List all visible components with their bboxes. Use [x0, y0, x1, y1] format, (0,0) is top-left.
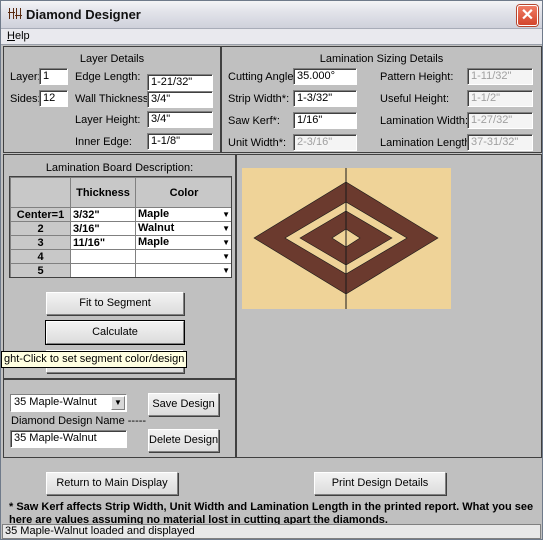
delete-design-button[interactable]: Delete Design — [148, 429, 219, 452]
design-name-label: Diamond Design Name ----- — [11, 415, 147, 427]
color-cell[interactable]: ▼ Maple — [135, 235, 231, 250]
calculate-button[interactable]: Calculate — [45, 320, 185, 345]
thickness-cell[interactable]: 3/32" — [70, 207, 136, 222]
chevron-down-icon[interactable]: ▼ — [111, 396, 125, 410]
useful-height-label: Useful Height: — [380, 93, 450, 105]
lamination-sizing-heading: Lamination Sizing Details — [319, 53, 444, 65]
row-header: Center=1 — [10, 207, 71, 222]
chevron-down-icon[interactable]: ▼ — [222, 223, 230, 235]
lamination-length-label: Lamination Length*: — [380, 137, 478, 149]
table-row: 4 ▼ — [10, 249, 231, 264]
design-name-input[interactable]: 35 Maple-Walnut — [10, 430, 127, 448]
wall-thickness-input[interactable]: 3/4" — [147, 91, 213, 108]
title-bar[interactable]: Diamond Designer ✕ — [1, 1, 542, 29]
window-title: Diamond Designer — [26, 7, 141, 22]
layer-details-heading: Layer Details — [79, 53, 145, 65]
edge-length-input[interactable]: 1-21/32" — [147, 74, 213, 91]
cutting-angle-input[interactable]: 35.000° — [293, 68, 357, 85]
print-design-details-button[interactable]: Print Design Details — [314, 472, 446, 495]
row-header: 3 — [10, 235, 71, 250]
row-header: 5 — [10, 263, 71, 277]
table-row: 5 ▼ — [10, 263, 231, 277]
chevron-down-icon[interactable]: ▼ — [222, 209, 230, 221]
wall-thickness-label: Wall Thickness: — [75, 93, 152, 105]
sides-label: Sides: — [10, 93, 41, 105]
inner-edge-label: Inner Edge: — [75, 136, 132, 148]
thickness-cell[interactable]: 11/16" — [70, 235, 136, 250]
chevron-down-icon[interactable]: ▼ — [222, 237, 230, 249]
lamination-width-label: Lamination Width: — [380, 115, 469, 127]
unit-width-output: 2-3/16" — [293, 134, 357, 151]
row-header: 4 — [10, 249, 71, 264]
saw-kerf-input[interactable]: 1/16" — [293, 112, 357, 129]
chevron-down-icon[interactable]: ▼ — [222, 251, 230, 263]
save-design-button[interactable]: Save Design — [148, 393, 219, 416]
lamination-width-output: 1-27/32" — [467, 112, 533, 129]
tooltip: ght-Click to set segment color/design — [1, 351, 188, 368]
pattern-height-output: 1-11/32" — [467, 68, 533, 85]
fit-to-segment-button[interactable]: Fit to Segment — [46, 292, 184, 315]
pattern-height-label: Pattern Height: — [380, 71, 454, 83]
sides-input[interactable]: 12 — [39, 90, 68, 107]
chevron-down-icon[interactable]: ▼ — [222, 265, 230, 277]
design-select[interactable]: 35 Maple-Walnut ▼ — [10, 394, 127, 412]
table-row: Center=1 3/32" ▼ Maple — [10, 207, 231, 222]
column-header-color: Color — [135, 177, 231, 208]
row-header: 2 — [10, 221, 71, 236]
close-icon: ✕ — [520, 7, 535, 24]
menu-help[interactable]: Help — [7, 30, 30, 42]
table-row: 3 11/16" ▼ Maple — [10, 235, 231, 250]
diamond-preview[interactable] — [242, 168, 451, 309]
thickness-cell[interactable]: 3/16" — [70, 221, 136, 236]
return-main-display-button[interactable]: Return to Main Display — [46, 472, 178, 495]
thickness-cell[interactable] — [70, 249, 136, 264]
color-cell[interactable]: ▼ — [135, 249, 231, 264]
lamination-length-output: 37-31/32" — [467, 134, 533, 151]
column-header-thickness: Thickness — [70, 177, 136, 208]
cutting-angle-label: Cutting Angle: — [228, 71, 297, 83]
useful-height-output: 1-1/2" — [467, 90, 533, 107]
design-select-value: 35 Maple-Walnut — [14, 396, 97, 408]
layer-height-input[interactable]: 3/4" — [147, 111, 213, 128]
saw-kerf-label: Saw Kerf*: — [228, 115, 280, 127]
board-description-heading: Lamination Board Description: — [45, 162, 194, 174]
app-icon — [8, 8, 22, 19]
status-bar: 35 Maple-Walnut loaded and displayed — [2, 524, 541, 539]
color-cell[interactable]: ▼ — [135, 263, 231, 277]
thickness-cell[interactable] — [70, 263, 136, 277]
color-cell[interactable]: ▼ Walnut — [135, 221, 231, 236]
strip-width-input[interactable]: 1-3/32" — [293, 90, 357, 107]
strip-width-label: Strip Width*: — [228, 93, 290, 105]
unit-width-label: Unit Width*: — [228, 137, 287, 149]
close-button[interactable]: ✕ — [517, 5, 538, 26]
grid-header-row: Thickness Color — [10, 177, 231, 208]
edge-length-label: Edge Length: — [75, 71, 141, 83]
board-grid[interactable]: Thickness Color Center=1 3/32" ▼ Maple 2 … — [9, 176, 232, 278]
color-cell[interactable]: ▼ Maple — [135, 207, 231, 222]
layer-height-label: Layer Height: — [75, 114, 141, 126]
diamond-designer-window: Diamond Designer ✕ Help Layer Details La… — [0, 0, 543, 540]
inner-edge-input[interactable]: 1-1/8" — [147, 133, 213, 150]
grid-corner — [10, 177, 71, 208]
layer-input[interactable]: 1 — [39, 68, 68, 85]
menu-bar: Help — [1, 29, 542, 45]
layer-label: Layer: — [10, 71, 41, 83]
table-row: 2 3/16" ▼ Walnut — [10, 221, 231, 236]
